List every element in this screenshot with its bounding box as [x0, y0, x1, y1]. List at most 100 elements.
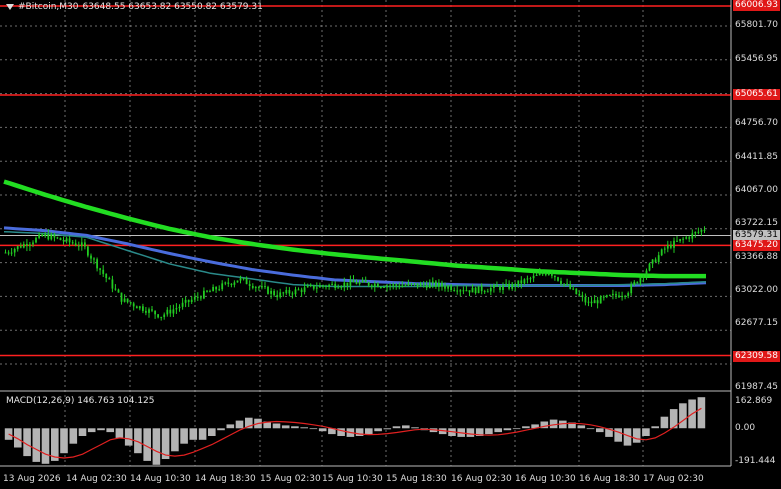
candle-body	[215, 287, 217, 290]
candle-body	[273, 290, 275, 296]
candle-body	[26, 244, 28, 246]
candle-body	[181, 302, 184, 307]
candle-body	[431, 281, 434, 284]
candle-body	[90, 255, 92, 259]
indicator-lines	[3, 179, 707, 459]
candle-body	[462, 290, 465, 292]
candle-body	[352, 279, 355, 283]
candle-body	[386, 285, 388, 288]
candle-body	[508, 283, 510, 289]
macd-bar	[485, 428, 493, 435]
candle-body	[688, 237, 691, 239]
candle-body	[676, 240, 678, 242]
candle-body	[227, 282, 230, 284]
macd-bar	[632, 428, 641, 443]
macd-bar	[512, 428, 521, 430]
candle-body	[489, 288, 492, 292]
candle-body	[169, 309, 172, 314]
macd-header: MACD(12,26,9) 146.763 104.125	[6, 396, 155, 406]
candle-body	[541, 273, 544, 275]
candle-body	[581, 295, 584, 297]
macd-bar	[124, 428, 133, 446]
candle-body	[7, 252, 10, 254]
price-chart[interactable]	[0, 0, 781, 489]
time-axis-label: 15 Aug 02:30	[260, 474, 321, 484]
candle-body	[157, 314, 159, 318]
macd-bar	[60, 428, 68, 454]
macd-bar	[198, 428, 207, 440]
candle-body	[22, 244, 25, 248]
candle-body	[166, 309, 169, 315]
candle-body	[511, 283, 514, 289]
candle-body	[612, 293, 614, 296]
candle-body	[248, 284, 251, 286]
candle-body	[190, 299, 193, 302]
candle-body	[587, 301, 590, 303]
time-axis-label: 16 Aug 02:30	[451, 474, 512, 484]
candle-body	[395, 284, 398, 286]
candle-body	[389, 285, 391, 287]
candle-body	[251, 286, 254, 288]
candle-body	[618, 295, 620, 298]
macd-histogram	[4, 397, 706, 465]
macd-bar	[189, 428, 198, 440]
macd-bar	[226, 424, 235, 429]
macd-bar	[171, 428, 179, 452]
candle-body	[221, 283, 224, 290]
candle-body	[340, 286, 343, 288]
macd-bar	[679, 403, 687, 429]
candle-body	[138, 306, 141, 309]
candle-body	[99, 268, 101, 270]
candle-body	[297, 289, 300, 291]
candle-body	[441, 282, 443, 287]
macd-bar	[291, 426, 299, 429]
macd-bar	[87, 428, 96, 433]
price-tag-top-level: 66006.93	[733, 0, 780, 11]
candle-body	[224, 282, 227, 284]
candle-body	[50, 234, 53, 240]
macd-bar	[235, 420, 244, 429]
candle-body	[129, 302, 132, 304]
time-axis-label: 14 Aug 10:30	[130, 474, 191, 484]
macd-bar	[355, 428, 364, 436]
candle-body	[413, 283, 416, 285]
macd-bar	[365, 428, 373, 435]
macd-bar	[69, 428, 78, 444]
dropdown-triangle-icon[interactable]	[6, 4, 14, 10]
candle-body	[496, 285, 498, 287]
candle-body	[435, 281, 437, 287]
candle-body	[114, 288, 117, 290]
candle-body	[29, 244, 31, 247]
candle-body	[514, 283, 517, 287]
candle-body	[206, 290, 208, 292]
time-axis-label: 15 Aug 18:30	[386, 474, 447, 484]
candle-body	[4, 252, 7, 254]
candle-body	[660, 249, 663, 256]
time-axis-label: 16 Aug 18:30	[579, 474, 640, 484]
macd-bar	[309, 428, 318, 430]
candle-body	[615, 293, 617, 296]
macd-bar	[115, 428, 124, 438]
candle-body	[425, 284, 428, 288]
macd-axis-label: 162.869	[735, 396, 773, 406]
symbol-label: #Bitcoin,M30	[18, 2, 79, 12]
candle-body	[416, 283, 419, 287]
ohlc-values: 63648.55 63653.82 63550.82 63579.31	[82, 2, 263, 12]
candle-body	[53, 234, 56, 238]
chart-header: #Bitcoin,M30 63648.55 63653.82 63550.82 …	[6, 2, 263, 12]
macd-bar	[32, 428, 41, 462]
candle-body	[230, 283, 233, 285]
candle-body	[279, 292, 282, 298]
candle-body	[621, 296, 623, 298]
candle-body	[56, 237, 59, 239]
candle-body	[370, 285, 373, 287]
candle-body	[627, 293, 630, 296]
macd-bar	[642, 428, 650, 436]
candle-body	[633, 281, 636, 285]
candle-body	[123, 298, 126, 302]
candle-body	[645, 270, 648, 277]
macd-signal-line	[8, 407, 702, 459]
candle-body	[407, 283, 410, 286]
candle-body	[84, 242, 86, 247]
candle-body	[685, 237, 688, 239]
